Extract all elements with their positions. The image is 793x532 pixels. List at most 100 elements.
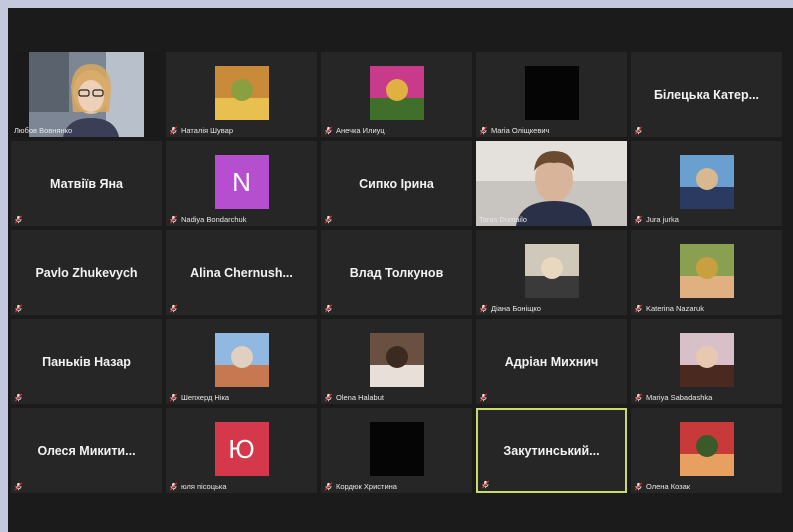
participant-profile-photo xyxy=(214,66,269,120)
participant-tile[interactable]: Влад Толкунов xyxy=(321,230,472,315)
participant-label: Katerina Nazaruk xyxy=(634,304,779,313)
muted-mic-icon xyxy=(169,215,178,224)
participant-tile[interactable]: Alina Chernush... xyxy=(166,230,317,315)
participant-label: Шепхерд Ніка xyxy=(169,393,314,402)
participant-tile[interactable]: Taras Dumailo xyxy=(476,141,627,226)
participant-label xyxy=(14,482,159,491)
participant-name: Кордюк Христина xyxy=(336,482,397,491)
participant-tile[interactable]: Шепхерд Ніка xyxy=(166,319,317,404)
participant-tile[interactable]: Olena Halabut xyxy=(321,319,472,404)
participant-avatar: Ю xyxy=(214,422,269,476)
participant-display-name: Pavlo Zhukevych xyxy=(35,265,138,280)
participant-name: Mariya Sabadashka xyxy=(646,393,713,402)
participant-tile[interactable]: Сипко Ірина xyxy=(321,141,472,226)
participant-label xyxy=(169,304,314,313)
avatar-initial: N xyxy=(232,166,251,197)
participant-tile[interactable]: Білецька Катер... xyxy=(631,52,782,137)
muted-mic-icon xyxy=(169,304,178,313)
muted-mic-icon xyxy=(169,126,178,135)
participant-label: юля пісоцька xyxy=(169,482,314,491)
participant-label: Олена Козак xyxy=(634,482,779,491)
participant-name: Jura jurka xyxy=(646,215,679,224)
participant-display-name: Сипко Ірина xyxy=(359,176,434,191)
participant-label: Taras Dumailo xyxy=(479,215,624,224)
participant-display-name: Закутинський... xyxy=(503,443,600,458)
participant-display-name: Білецька Катер... xyxy=(653,87,760,102)
participant-tile[interactable]: Katerina Nazaruk xyxy=(631,230,782,315)
participant-profile-photo xyxy=(679,333,734,387)
participant-profile-photo xyxy=(369,333,424,387)
meeting-window: Любов Вовнянко Наталія Шувар Анечка Илиуц M… xyxy=(8,8,793,532)
participant-display-name: Паньків Назар xyxy=(42,354,131,369)
participant-tile[interactable]: Mariya Sabadashka xyxy=(631,319,782,404)
muted-mic-icon xyxy=(324,304,333,313)
participant-avatar: N xyxy=(214,155,269,209)
participant-video xyxy=(476,141,627,226)
participant-tile[interactable]: Maria Оліщкевич xyxy=(476,52,627,137)
participant-label xyxy=(14,304,159,313)
participant-tile[interactable]: N Nadiya Bondarchuk xyxy=(166,141,317,226)
participant-profile-photo xyxy=(369,66,424,120)
muted-mic-icon xyxy=(479,393,488,402)
muted-mic-icon xyxy=(479,126,488,135)
muted-mic-icon xyxy=(481,480,490,489)
participant-tile[interactable]: Кордюк Христина xyxy=(321,408,472,493)
participant-tile[interactable]: Матвіїв Яна xyxy=(11,141,162,226)
participant-display-name: Alina Chernush... xyxy=(190,265,293,280)
participant-name: Maria Оліщкевич xyxy=(491,126,550,135)
participant-name: Taras Dumailo xyxy=(479,215,527,224)
participant-name: Любов Вовнянко xyxy=(14,126,73,135)
participant-label: Olena Halabut xyxy=(324,393,469,402)
muted-mic-icon xyxy=(634,393,643,402)
participant-tile[interactable]: Адріан Михнич xyxy=(476,319,627,404)
participant-name: юля пісоцька xyxy=(181,482,227,491)
participant-label xyxy=(481,480,622,489)
participant-tile[interactable]: Олеся Микити... xyxy=(11,408,162,493)
participant-name: Анечка Илиуц xyxy=(336,126,385,135)
participant-tile[interactable]: Pavlo Zhukevych xyxy=(11,230,162,315)
participant-tile[interactable]: Наталія Шувар xyxy=(166,52,317,137)
participant-label: Любов Вовнянко xyxy=(14,126,159,135)
participant-profile-photo xyxy=(679,244,734,298)
participant-tile[interactable]: Паньків Назар xyxy=(11,319,162,404)
participant-display-name: Адріан Михнич xyxy=(504,354,599,369)
participant-tile[interactable]: Jura jurka xyxy=(631,141,782,226)
participant-tile[interactable]: Діана Боніщко xyxy=(476,230,627,315)
participant-label xyxy=(14,215,159,224)
muted-mic-icon xyxy=(14,215,23,224)
participant-display-name: Влад Толкунов xyxy=(349,265,444,280)
participant-label xyxy=(324,215,469,224)
participant-name: Nadiya Bondarchuk xyxy=(181,215,247,224)
participant-label: Діана Боніщко xyxy=(479,304,624,313)
participant-name: Діана Боніщко xyxy=(491,304,541,313)
muted-mic-icon xyxy=(634,215,643,224)
participant-name: Katerina Nazaruk xyxy=(646,304,704,313)
participant-label: Maria Оліщкевич xyxy=(479,126,624,135)
participant-tile[interactable]: Закутинський... xyxy=(476,408,627,493)
muted-mic-icon xyxy=(324,126,333,135)
participant-video-off xyxy=(524,66,579,120)
participant-name: Наталія Шувар xyxy=(181,126,233,135)
participant-name: Шепхерд Ніка xyxy=(181,393,230,402)
muted-mic-icon xyxy=(324,215,333,224)
muted-mic-icon xyxy=(479,304,488,313)
participant-tile[interactable]: Любов Вовнянко xyxy=(11,52,162,137)
muted-mic-icon xyxy=(14,482,23,491)
muted-mic-icon xyxy=(324,482,333,491)
participant-profile-photo xyxy=(524,244,579,298)
muted-mic-icon xyxy=(169,393,178,402)
participant-display-name: Матвіїв Яна xyxy=(50,176,123,191)
participant-tile[interactable]: Анечка Илиуц xyxy=(321,52,472,137)
participant-video-off xyxy=(369,422,424,476)
participant-label: Наталія Шувар xyxy=(169,126,314,135)
participant-name: Олена Козак xyxy=(646,482,691,491)
participant-label xyxy=(324,304,469,313)
participant-gallery: Любов Вовнянко Наталія Шувар Анечка Илиуц M… xyxy=(11,52,782,493)
participant-tile[interactable]: Олена Козак xyxy=(631,408,782,493)
participant-name: Olena Halabut xyxy=(336,393,384,402)
participant-label: Кордюк Христина xyxy=(324,482,469,491)
muted-mic-icon xyxy=(324,393,333,402)
muted-mic-icon xyxy=(634,126,643,135)
participant-tile[interactable]: Ююля пісоцька xyxy=(166,408,317,493)
participant-label: Nadiya Bondarchuk xyxy=(169,215,314,224)
